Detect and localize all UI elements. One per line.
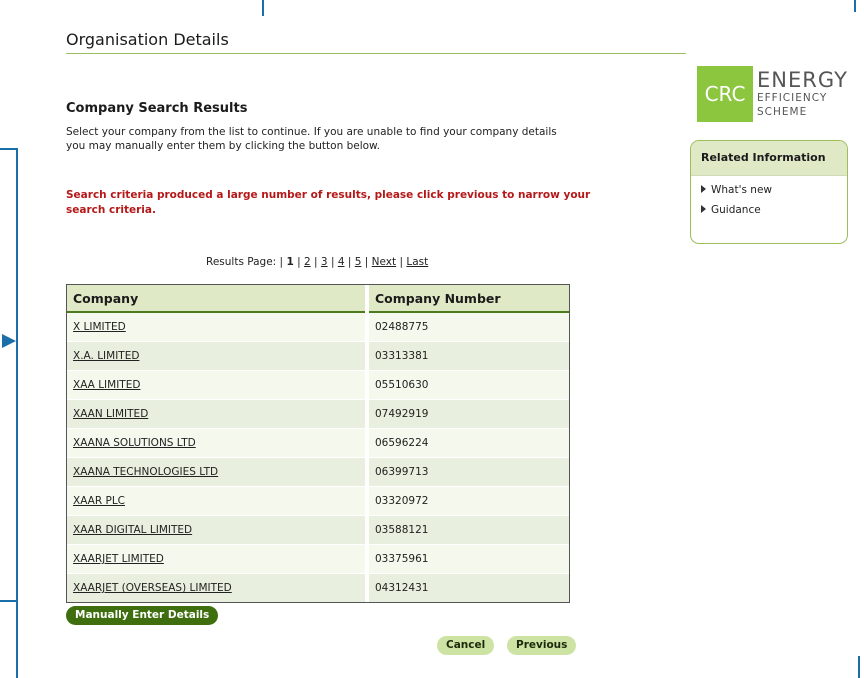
previous-button[interactable]: Previous bbox=[507, 636, 577, 655]
related-link-guidance[interactable]: Guidance bbox=[701, 204, 847, 216]
company-link[interactable]: XAARJET (OVERSEAS) LIMITED bbox=[73, 582, 232, 594]
company-number: 07492919 bbox=[365, 399, 569, 429]
table-row: XAARJET (OVERSEAS) LIMITED 04312431 bbox=[67, 573, 569, 602]
frame-line bbox=[16, 148, 18, 678]
frame-line bbox=[858, 656, 860, 678]
logo-line-efficiency: EFFICIENCY bbox=[757, 92, 828, 104]
frame-line bbox=[0, 600, 18, 602]
company-link[interactable]: XAA LIMITED bbox=[73, 379, 140, 391]
triangle-right-icon bbox=[701, 205, 706, 213]
logo-line-energy: ENERGY bbox=[757, 68, 848, 92]
company-number: 03588121 bbox=[365, 515, 569, 545]
company-number: 03320972 bbox=[365, 486, 569, 516]
frame-line bbox=[262, 0, 264, 16]
crc-badge: CRC bbox=[697, 66, 753, 122]
pager-page-5[interactable]: 5 bbox=[355, 256, 362, 268]
related-information-title: Related Information bbox=[691, 141, 847, 176]
company-link[interactable]: XAARJET LIMITED bbox=[73, 553, 164, 565]
page-title: Organisation Details bbox=[66, 30, 229, 49]
company-number: 02488775 bbox=[365, 311, 569, 342]
company-link[interactable]: XAAR DIGITAL LIMITED bbox=[73, 524, 192, 536]
pager-page-2[interactable]: 2 bbox=[304, 256, 311, 268]
table-row: XAANA TECHNOLOGIES LTD 06399713 bbox=[67, 457, 569, 487]
table-row: XAAR PLC 03320972 bbox=[67, 486, 569, 516]
company-number: 04312431 bbox=[365, 573, 569, 602]
company-number: 05510630 bbox=[365, 370, 569, 400]
pager-label: Results Page: | bbox=[206, 256, 284, 268]
company-number: 03313381 bbox=[365, 341, 569, 371]
table-row: XAAR DIGITAL LIMITED 03588121 bbox=[67, 515, 569, 545]
section-heading: Company Search Results bbox=[66, 101, 248, 116]
triangle-right-icon bbox=[701, 185, 706, 193]
related-information-panel: Related Information What's new Guidance bbox=[690, 140, 848, 244]
related-link-whats-new[interactable]: What's new bbox=[701, 184, 847, 196]
warning-message: Search criteria produced a large number … bbox=[66, 189, 591, 216]
company-number: 06596224 bbox=[365, 428, 569, 458]
results-pager: Results Page: | 1 | 2 | 3 | 4 | 5 | Next… bbox=[206, 256, 429, 268]
pager-current-page: 1 bbox=[286, 256, 294, 268]
pager-page-3[interactable]: 3 bbox=[321, 256, 328, 268]
pager-last-link[interactable]: Last bbox=[406, 256, 428, 268]
column-header-company-number: Company Number bbox=[365, 285, 569, 313]
table-header-row: Company Company Number bbox=[67, 285, 569, 313]
frame-line bbox=[854, 0, 856, 12]
crc-logo: CRC ENERGY EFFICIENCY SCHEME bbox=[697, 66, 857, 122]
cancel-button[interactable]: Cancel bbox=[437, 636, 495, 655]
intro-text: Select your company from the list to con… bbox=[66, 126, 557, 152]
company-link[interactable]: XAAR PLC bbox=[73, 495, 125, 507]
table-row: X LIMITED 02488775 bbox=[67, 311, 569, 342]
table-row: XAARJET LIMITED 03375961 bbox=[67, 544, 569, 574]
company-link[interactable]: XAANA SOLUTIONS LTD bbox=[73, 437, 196, 449]
company-number: 03375961 bbox=[365, 544, 569, 574]
pager-next-link[interactable]: Next bbox=[372, 256, 396, 268]
results-table: Company Company Number X LIMITED 0248877… bbox=[66, 284, 570, 603]
table-row: XAAN LIMITED 07492919 bbox=[67, 399, 569, 429]
pointer-arrow-icon bbox=[2, 334, 16, 348]
table-row: XAANA SOLUTIONS LTD 06596224 bbox=[67, 428, 569, 458]
company-link[interactable]: X.A. LIMITED bbox=[73, 350, 139, 362]
company-link[interactable]: XAAN LIMITED bbox=[73, 408, 148, 420]
manually-enter-details-button[interactable]: Manually Enter Details bbox=[66, 606, 219, 625]
company-link[interactable]: XAANA TECHNOLOGIES LTD bbox=[73, 466, 218, 478]
table-row: X.A. LIMITED 03313381 bbox=[67, 341, 569, 371]
column-header-company: Company bbox=[67, 285, 367, 313]
logo-line-scheme: SCHEME bbox=[757, 106, 808, 118]
company-number: 06399713 bbox=[365, 457, 569, 487]
title-divider bbox=[66, 53, 686, 54]
pager-page-4[interactable]: 4 bbox=[338, 256, 345, 268]
table-row: XAA LIMITED 05510630 bbox=[67, 370, 569, 400]
company-link[interactable]: X LIMITED bbox=[73, 321, 126, 333]
